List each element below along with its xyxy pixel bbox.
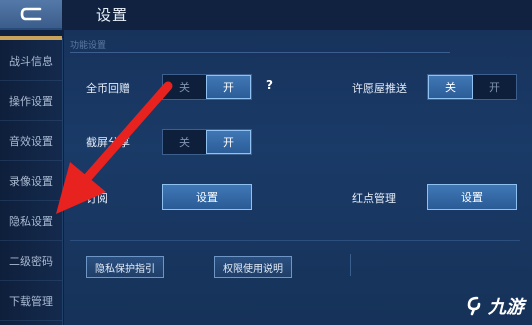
sidebar-item-battle-info[interactable]: 战斗信息 xyxy=(0,42,62,81)
sidebar-item-label: 二级密码 xyxy=(9,255,53,268)
red-dot-label: 红点管理 xyxy=(352,192,396,205)
red-arrow-icon xyxy=(56,81,173,214)
watermark-text: 九游 xyxy=(488,297,524,318)
privacy-guide-button[interactable]: 隐私保护指引 xyxy=(86,256,164,278)
sidebar-top-accent xyxy=(0,36,62,40)
back-arrow-icon xyxy=(20,7,42,21)
divider xyxy=(70,240,520,241)
wish-push-label: 许愿屋推送 xyxy=(352,82,407,95)
toggle-on[interactable]: 开 xyxy=(206,130,251,154)
jiuyou-logo-icon xyxy=(467,296,481,316)
red-dot-settings-button[interactable]: 设置 xyxy=(427,184,517,210)
sidebar-item-label: 下载管理 xyxy=(9,295,53,308)
back-button[interactable] xyxy=(0,0,62,30)
sidebar-item-secondary-password[interactable]: 二级密码 xyxy=(0,242,62,281)
toggle-on[interactable]: 开 xyxy=(206,75,251,99)
top-bar xyxy=(0,0,532,30)
help-icon[interactable]: ? xyxy=(266,78,273,92)
wish-push-toggle[interactable]: 关 开 xyxy=(427,74,517,100)
sidebar-item-label: 战斗信息 xyxy=(9,55,53,68)
sidebar-item-downloads[interactable]: 下载管理 xyxy=(0,282,62,321)
section-header: 功能设置 xyxy=(70,38,450,53)
permission-info-button[interactable]: 权限使用说明 xyxy=(214,256,292,278)
watermark: 九游 xyxy=(465,293,524,319)
toggle-off[interactable]: 关 xyxy=(428,75,473,99)
page-title: 设置 xyxy=(96,6,129,24)
bottom-divider xyxy=(350,254,351,276)
toggle-on[interactable]: 开 xyxy=(473,75,516,99)
